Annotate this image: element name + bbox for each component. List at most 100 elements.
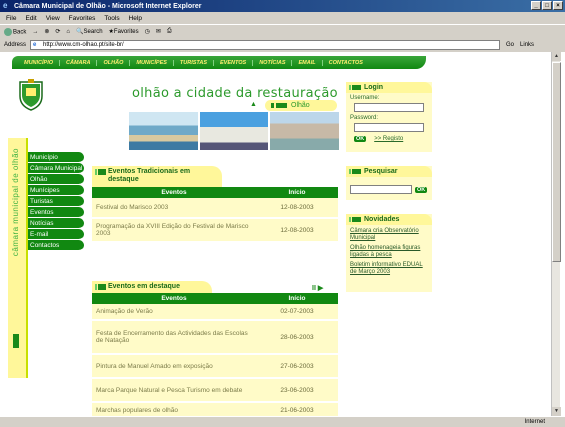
table-row[interactable]: Marca Parque Natural e Pesca Turismo em …: [92, 378, 338, 403]
sidebar-item-contactos[interactable]: Contactos: [28, 240, 84, 251]
username-label: Username:: [350, 95, 380, 101]
minimize-button[interactable]: _: [531, 1, 541, 10]
menu-file[interactable]: File: [6, 15, 16, 22]
vertical-scrollbar[interactable]: ▲ ▼: [551, 52, 561, 416]
close-button[interactable]: ×: [553, 1, 563, 10]
favorites-button[interactable]: ★Favorites: [109, 28, 139, 35]
address-input[interactable]: http://www.cm-olhao.pt/site-br/: [30, 40, 501, 50]
section-bars-icon: [95, 284, 106, 290]
search-button[interactable]: 🔍Search: [76, 28, 103, 35]
table-row[interactable]: Animação de Verão 02-07-2003: [92, 304, 338, 321]
up-arrow-icon: ▲: [250, 101, 257, 108]
event-date: 02-07-2003: [256, 304, 338, 321]
back-arrow-icon: [4, 27, 12, 36]
sidebar-item-olhao[interactable]: Olhão: [28, 174, 84, 185]
menu-help[interactable]: Help: [129, 15, 142, 22]
menu-favorites[interactable]: Favorites: [69, 15, 96, 22]
nav-noticias[interactable]: NOTÍCIAS: [253, 59, 293, 66]
section-bars-icon: [349, 169, 361, 174]
sidebar-item-noticias[interactable]: Notícias: [28, 218, 84, 229]
search-input[interactable]: [350, 185, 412, 194]
column-header-inicio: Início: [256, 293, 338, 304]
table-row[interactable]: Pintura de Manuel Amado em exposição 27-…: [92, 354, 338, 379]
event-name[interactable]: Festa de Encerramento das Actividades da…: [92, 320, 256, 355]
event-date: 23-06-2003: [256, 378, 338, 403]
sidebar-item-turistas[interactable]: Turistas: [28, 196, 84, 207]
olhao-tag-label: Olhão: [291, 102, 310, 109]
login-ok-button[interactable]: OK: [354, 136, 367, 142]
sidebar-item-email[interactable]: E-mail: [28, 229, 84, 240]
browser-toolbar: Back → ⊗ ⟳ ⌂ 🔍Search ★Favorites ◷ ✉ ⎙: [0, 24, 565, 38]
nav-olhao[interactable]: OLHÃO: [97, 59, 131, 66]
news-link[interactable]: Câmara cria Observatório Municipal: [346, 228, 432, 242]
photo-harbour: [129, 112, 198, 150]
nav-contactos[interactable]: CONTACTOS: [323, 60, 369, 66]
column-header-eventos: Eventos: [92, 187, 256, 198]
search-header: Pesquisar: [346, 166, 432, 177]
username-input[interactable]: [354, 103, 424, 112]
nav-municipes[interactable]: MUNICÍPES: [130, 59, 174, 66]
table-row[interactable]: Marchas populares de olhão 21-06-2003: [92, 402, 338, 416]
register-link[interactable]: >> Registo: [374, 136, 403, 142]
eventos-destaque-table: Eventos Início Animação de Verão 02-07-2…: [92, 293, 338, 416]
news-link[interactable]: Olhão homenageia figuras ligadas à pesca: [346, 245, 432, 259]
left-decorative-strip: câmara municipal de olhão: [8, 138, 28, 378]
event-name[interactable]: Marca Parque Natural e Pesca Turismo em …: [92, 378, 256, 403]
stop-icon[interactable]: ⊗: [44, 28, 49, 35]
sidebar-item-municipio[interactable]: Município: [28, 152, 84, 163]
scroll-thumb[interactable]: [552, 62, 561, 262]
password-input[interactable]: [354, 123, 424, 132]
links-button[interactable]: Links: [520, 42, 534, 48]
news-link[interactable]: Boletim informativo EDUAL de Março 2003: [346, 262, 432, 276]
window-title: Câmara Municipal de Olhão - Microsoft In…: [14, 2, 202, 10]
column-header-eventos: Eventos: [92, 293, 256, 304]
photo-town: [270, 112, 340, 150]
print-icon[interactable]: ⎙: [167, 28, 172, 35]
login-actions: OK >> Registo: [346, 135, 432, 142]
menu-edit[interactable]: Edit: [25, 15, 36, 22]
refresh-icon[interactable]: ⟳: [55, 28, 60, 35]
news-title: Novidades: [364, 216, 400, 223]
eventos-destaque-title: Eventos em destaque: [108, 283, 180, 290]
scroll-down-icon[interactable]: ▼: [552, 407, 561, 416]
back-button[interactable]: Back: [4, 27, 26, 36]
table-row[interactable]: Festa de Encerramento das Actividades da…: [92, 320, 338, 355]
event-name[interactable]: Pintura de Manuel Amado em exposição: [92, 354, 256, 379]
nav-turistas[interactable]: TURISTAS: [174, 59, 215, 66]
eventos-destaque-header: Eventos em destaque: [92, 281, 212, 293]
sidebar-item-eventos[interactable]: Eventos: [28, 207, 84, 218]
ie-icon: e: [3, 1, 8, 10]
nav-municipio[interactable]: MUNICÍPIO: [18, 59, 61, 66]
scroll-arrow-icon[interactable]: II ▶: [312, 284, 323, 292]
table-row[interactable]: Festival do Marisco 2003 12-08-2003: [92, 198, 338, 219]
mail-icon[interactable]: ✉: [156, 28, 161, 35]
sidebar-item-municipes[interactable]: Munícipes: [28, 185, 84, 196]
search-box: Pesquisar OK: [346, 166, 432, 200]
section-bars-icon: [349, 217, 361, 222]
site-slogan: olhão a cidade da restauração: [132, 86, 338, 101]
menu-view[interactable]: View: [46, 15, 60, 22]
window-titlebar: e Câmara Municipal de Olhão - Microsoft …: [0, 0, 565, 12]
event-name[interactable]: Festival do Marisco 2003: [92, 198, 256, 219]
coat-of-arms-logo[interactable]: [16, 78, 46, 112]
nav-camara[interactable]: CÂMARA: [60, 59, 98, 66]
eventos-tradicionais-table: Eventos Início Festival do Marisco 2003 …: [92, 187, 338, 243]
home-icon[interactable]: ⌂: [66, 29, 70, 35]
nav-eventos[interactable]: EVENTOS: [214, 59, 254, 66]
forward-icon[interactable]: →: [32, 29, 38, 35]
header-photos: [129, 112, 340, 150]
event-name[interactable]: Marchas populares de olhão: [92, 402, 256, 416]
event-name[interactable]: Programação da XVIII Edição do Festival …: [92, 218, 256, 243]
strip-bar-icon: [13, 334, 19, 348]
history-icon[interactable]: ◷: [145, 28, 150, 35]
event-name[interactable]: Animação de Verão: [92, 304, 256, 321]
nav-email[interactable]: EMAIL: [292, 59, 323, 66]
table-row[interactable]: Programação da XVIII Edição do Festival …: [92, 218, 338, 243]
scroll-up-icon[interactable]: ▲: [552, 52, 561, 61]
menu-tools[interactable]: Tools: [104, 15, 119, 22]
go-button[interactable]: Go: [506, 42, 514, 48]
sidebar-item-camara[interactable]: Câmara Municipal: [28, 163, 84, 174]
maximize-button[interactable]: □: [542, 1, 552, 10]
search-ok-button[interactable]: OK: [415, 186, 428, 193]
column-header-inicio: Início: [256, 187, 338, 198]
